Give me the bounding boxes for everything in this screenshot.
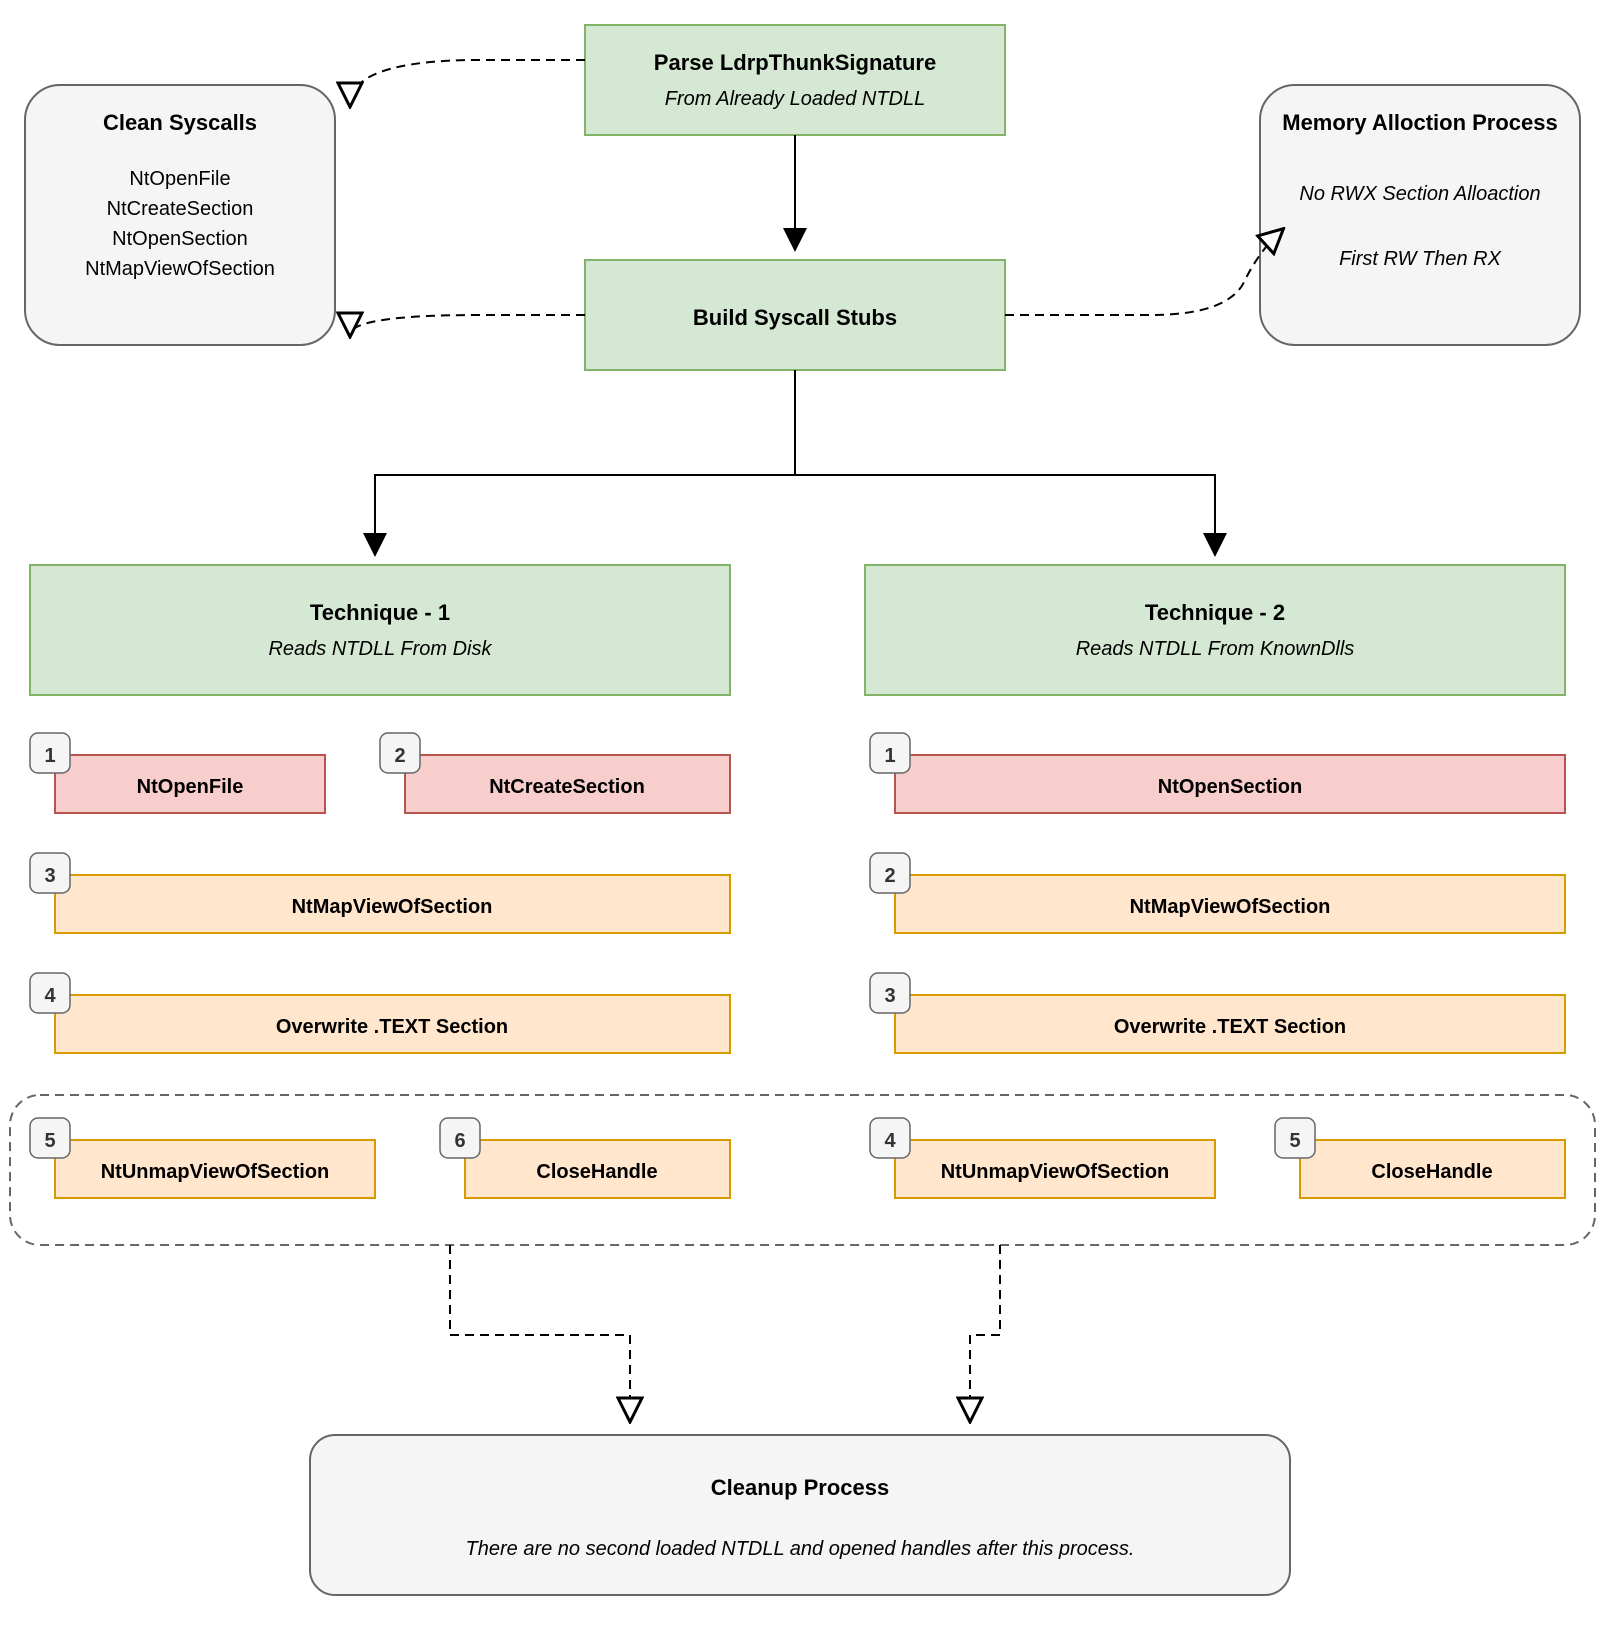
clean-item-3: NtMapViewOfSection [85, 258, 275, 280]
arrow-parse-to-clean [350, 60, 585, 105]
diagram-canvas: Clean Syscalls NtOpenFile NtCreateSectio… [0, 0, 1604, 1644]
tech2-step3: Overwrite .TEXT Section 3 [870, 973, 1565, 1053]
technique2-box: Technique - 2 Reads NTDLL From KnownDlls [865, 565, 1565, 695]
tech1-step3-label: NtMapViewOfSection [292, 896, 493, 918]
tech1-step2: NtCreateSection 2 [380, 733, 730, 813]
build-title: Build Syscall Stubs [693, 305, 897, 330]
build-box: Build Syscall Stubs [585, 260, 1005, 370]
arrow-build-to-tech1 [375, 370, 795, 555]
clean-item-0: NtOpenFile [129, 168, 230, 190]
tech1-step1: NtOpenFile 1 [30, 733, 325, 813]
technique1-box: Technique - 1 Reads NTDLL From Disk [30, 565, 730, 695]
arrow-group-to-cleanup-right [970, 1245, 1000, 1420]
tech1-step4-label: Overwrite .TEXT Section [276, 1016, 508, 1038]
tech1-step2-n: 2 [394, 745, 405, 767]
tech2-step5-n: 5 [1289, 1130, 1300, 1152]
tech2-step5: CloseHandle 5 [1275, 1118, 1565, 1198]
arrow-group-to-cleanup-left [450, 1245, 630, 1420]
tech1-title: Technique - 1 [310, 600, 450, 625]
tech1-step2-label: NtCreateSection [489, 776, 645, 798]
tech1-step5-n: 5 [44, 1130, 55, 1152]
tech1-step5-label: NtUnmapViewOfSection [101, 1161, 330, 1183]
tech2-step5-label: CloseHandle [1371, 1161, 1492, 1183]
tech2-step1-n: 1 [884, 745, 895, 767]
tech2-title: Technique - 2 [1145, 600, 1285, 625]
tech2-step4-label: NtUnmapViewOfSection [941, 1161, 1170, 1183]
tech1-step4-n: 4 [44, 985, 56, 1007]
tech2-step2-label: NtMapViewOfSection [1130, 896, 1331, 918]
mem-line2: First RW Then RX [1339, 248, 1502, 270]
tech2-step4: NtUnmapViewOfSection 4 [870, 1118, 1215, 1198]
parse-title: Parse LdrpThunkSignature [654, 50, 936, 75]
memory-allocation-box: Memory Alloction Process No RWX Section … [1260, 85, 1580, 345]
clean-title: Clean Syscalls [103, 110, 257, 135]
clean-syscalls-box: Clean Syscalls NtOpenFile NtCreateSectio… [25, 85, 335, 345]
arrow-build-to-clean [350, 315, 585, 335]
tech2-step2: NtMapViewOfSection 2 [870, 853, 1565, 933]
clean-item-1: NtCreateSection [107, 198, 254, 220]
tech2-step3-n: 3 [884, 985, 895, 1007]
cleanup-sub: There are no second loaded NTDLL and ope… [466, 1538, 1135, 1560]
parse-box: Parse LdrpThunkSignature From Already Lo… [585, 25, 1005, 135]
tech1-step5: NtUnmapViewOfSection 5 [30, 1118, 375, 1198]
mem-title: Memory Alloction Process [1282, 110, 1557, 135]
tech1-sub: Reads NTDLL From Disk [268, 638, 492, 660]
parse-sub: From Already Loaded NTDLL [665, 88, 926, 110]
tech1-step4: Overwrite .TEXT Section 4 [30, 973, 730, 1053]
tech1-step6-label: CloseHandle [536, 1161, 657, 1183]
tech1-step6-n: 6 [454, 1130, 465, 1152]
tech2-step1: NtOpenSection 1 [870, 733, 1565, 813]
cleanup-title: Cleanup Process [711, 1475, 890, 1500]
arrow-build-to-tech2 [795, 475, 1215, 555]
arrow-build-to-mem [1005, 230, 1282, 315]
tech1-step1-label: NtOpenFile [137, 776, 244, 798]
cleanup-box: Cleanup Process There are no second load… [310, 1435, 1290, 1595]
tech1-step6: CloseHandle 6 [440, 1118, 730, 1198]
mem-line1: No RWX Section Alloaction [1299, 183, 1540, 205]
tech1-step3: NtMapViewOfSection 3 [30, 853, 730, 933]
clean-item-2: NtOpenSection [112, 228, 248, 250]
tech2-step3-label: Overwrite .TEXT Section [1114, 1016, 1346, 1038]
tech2-step1-label: NtOpenSection [1158, 776, 1302, 798]
tech1-step3-n: 3 [44, 865, 55, 887]
tech2-step4-n: 4 [884, 1130, 896, 1152]
tech2-step2-n: 2 [884, 865, 895, 887]
tech2-sub: Reads NTDLL From KnownDlls [1076, 638, 1355, 660]
tech1-step1-n: 1 [44, 745, 55, 767]
